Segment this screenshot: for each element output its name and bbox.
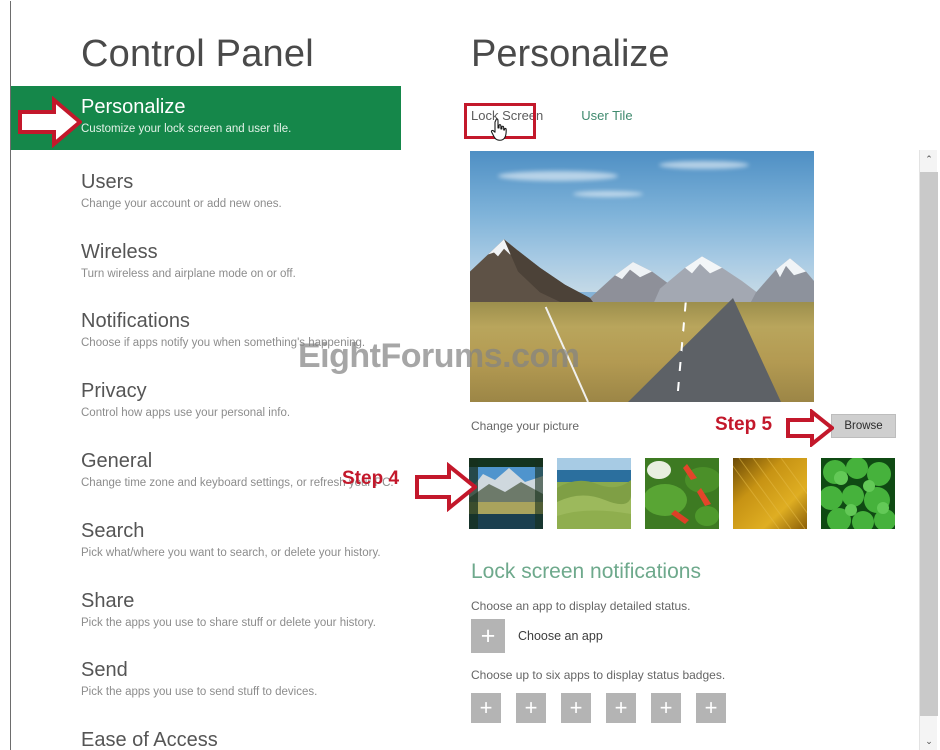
personalize-settings-screen: Control Panel Personalize Customize your … bbox=[0, 0, 940, 750]
sidebar-item-label: Ease of Access bbox=[81, 729, 218, 750]
sidebar-item-label: Wireless bbox=[81, 240, 158, 263]
add-detailed-status-app-button[interactable]: + bbox=[471, 619, 505, 653]
sidebar-item-label: Search bbox=[81, 519, 145, 542]
sidebar-item-users[interactable]: Users Change your account or add new ones… bbox=[11, 162, 461, 223]
sidebar-item-personalize[interactable]: Personalize Customize your lock screen an… bbox=[11, 86, 401, 150]
status-badge-slot-list: + + + + + + bbox=[471, 693, 726, 723]
sidebar-item-label: Privacy bbox=[81, 380, 147, 403]
thumbnail-red-flowers[interactable] bbox=[645, 458, 719, 529]
sidebar-item-ease-of-access[interactable]: Ease of AccessMake your PC easier to use… bbox=[11, 720, 461, 750]
sidebar-item-description: Customize your lock screen and user tile… bbox=[81, 123, 292, 135]
sidebar-item-send[interactable]: Send Pick the apps you use to send stuff … bbox=[11, 650, 461, 711]
status-badges-label: Choose up to six apps to display status … bbox=[471, 668, 726, 682]
sidebar-item-description: Pick the apps you use to send stuff to d… bbox=[81, 686, 318, 699]
tab-user-tile[interactable]: User Tile bbox=[581, 108, 632, 123]
sidebar-item-notifications[interactable]: Notifications Choose if apps notify you w… bbox=[11, 301, 461, 362]
sidebar-item-label: Send bbox=[81, 659, 128, 682]
page-title: Personalize bbox=[471, 33, 670, 75]
sidebar-item-privacy[interactable]: Privacy Control how apps use your persona… bbox=[11, 371, 461, 432]
browse-button[interactable]: Browse bbox=[831, 414, 896, 438]
sidebar-item-description: Choose if apps notify you when something… bbox=[81, 337, 366, 350]
sidebar-item-description: Control how apps use your personal info. bbox=[81, 407, 291, 420]
sidebar-item-description: Pick what/where you want to search, or d… bbox=[81, 546, 381, 559]
preview-cloud bbox=[659, 161, 750, 170]
sidebar-item-description: Turn wireless and airplane mode on or of… bbox=[81, 267, 296, 280]
preview-road bbox=[628, 298, 782, 402]
sidebar-item-wireless[interactable]: Wireless Turn wireless and airplane mode … bbox=[11, 232, 461, 293]
control-panel-title: Control Panel bbox=[81, 33, 314, 75]
sidebar-item-description: Change your account or add new ones. bbox=[81, 197, 282, 210]
tab-bar: Lock Screen User Tile bbox=[471, 108, 633, 123]
tab-lock-screen[interactable]: Lock Screen bbox=[471, 108, 543, 123]
control-panel-nav-list: Personalize Customize your lock screen an… bbox=[11, 86, 461, 750]
thumbnail-golden-wheat[interactable] bbox=[733, 458, 807, 529]
sidebar-item-label: Notifications bbox=[81, 310, 190, 333]
personalize-pane: Personalize Lock Screen User Tile Change… bbox=[461, 1, 917, 750]
preview-cloud bbox=[497, 171, 618, 182]
choose-app-row: + Choose an app bbox=[471, 619, 603, 653]
sidebar-item-search[interactable]: Search Pick what/where you want to search… bbox=[11, 511, 461, 572]
lock-screen-notifications-heading: Lock screen notifications bbox=[471, 560, 701, 583]
thumbnail-mountain-lake[interactable] bbox=[469, 458, 543, 529]
vertical-scrollbar[interactable]: ⌃ ⌄ bbox=[919, 150, 938, 750]
thumbnail-green-clover[interactable] bbox=[821, 458, 895, 529]
detailed-status-label: Choose an app to display detailed status… bbox=[471, 599, 691, 613]
lock-screen-preview-image bbox=[470, 151, 814, 402]
add-status-badge-app-button[interactable]: + bbox=[516, 693, 546, 723]
sidebar-item-general[interactable]: General Change time zone and keyboard set… bbox=[11, 441, 461, 502]
add-status-badge-app-button[interactable]: + bbox=[651, 693, 681, 723]
choose-an-app-label: Choose an app bbox=[518, 629, 603, 643]
control-panel-pane: Control Panel Personalize Customize your … bbox=[11, 1, 461, 750]
sidebar-item-description: Pick the apps you use to share stuff or … bbox=[81, 616, 376, 629]
sidebar-item-label: Users bbox=[81, 170, 134, 193]
scroll-down-icon[interactable]: ⌄ bbox=[920, 732, 938, 750]
add-status-badge-app-button[interactable]: + bbox=[561, 693, 591, 723]
scroll-up-icon[interactable]: ⌃ bbox=[920, 150, 938, 168]
sidebar-item-label: Share bbox=[81, 589, 135, 612]
thumbnail-coastal-grass[interactable] bbox=[557, 458, 631, 529]
sidebar-item-label: General bbox=[81, 449, 153, 472]
picture-thumbnail-list bbox=[469, 458, 895, 529]
change-picture-label: Change your picture bbox=[471, 419, 580, 433]
scrollbar-thumb[interactable] bbox=[920, 172, 938, 716]
sidebar-item-description: Change time zone and keyboard settings, … bbox=[81, 476, 394, 489]
add-status-badge-app-button[interactable]: + bbox=[471, 693, 501, 723]
add-status-badge-app-button[interactable]: + bbox=[696, 693, 726, 723]
sidebar-item-label: Personalize bbox=[81, 96, 186, 118]
add-status-badge-app-button[interactable]: + bbox=[606, 693, 636, 723]
sidebar-item-share[interactable]: Share Pick the apps you use to share stuf… bbox=[11, 581, 461, 642]
